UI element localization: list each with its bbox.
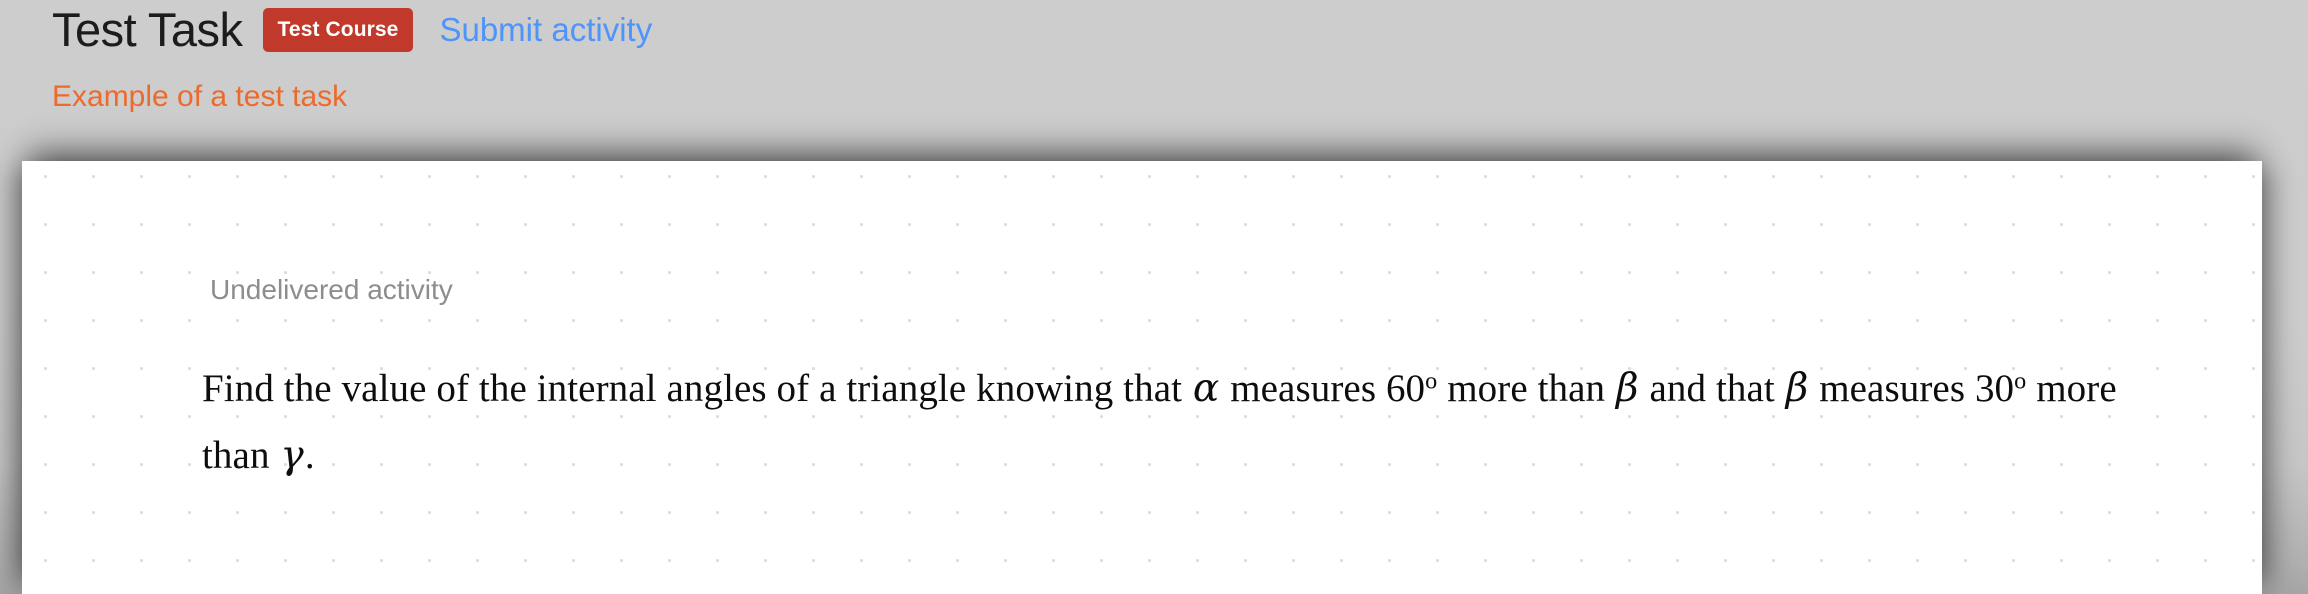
problem-statement: Find the value of the internal angles of… bbox=[202, 355, 2162, 489]
title-row: Test Task Test Course Submit activity bbox=[52, 6, 652, 53]
problem-segment-7: . bbox=[304, 434, 315, 477]
course-badge[interactable]: Test Course bbox=[262, 7, 414, 52]
page-title: Test Task bbox=[52, 3, 243, 56]
submit-activity-link[interactable]: Submit activity bbox=[439, 13, 652, 46]
problem-segment-5: measures 30 bbox=[1809, 367, 2015, 410]
math-variable-alpha: α bbox=[1192, 366, 1220, 411]
math-variable-gamma: γ bbox=[280, 433, 304, 478]
activity-status-label: Undelivered activity bbox=[210, 274, 453, 305]
problem-segment-4: and that bbox=[1639, 367, 1785, 410]
problem-segment-3: more than bbox=[1437, 367, 1615, 410]
math-variable-beta-1: β bbox=[1615, 366, 1639, 411]
task-header: Test Task Test Course Submit activity Ex… bbox=[0, 0, 2308, 161]
degree-symbol-1: o bbox=[1425, 367, 1438, 395]
math-variable-beta-2: β bbox=[1785, 366, 1809, 411]
task-subtitle: Example of a test task bbox=[52, 80, 348, 113]
page-root: Test Task Test Course Submit activity Ex… bbox=[0, 0, 2308, 594]
degree-symbol-2: o bbox=[2014, 367, 2027, 395]
problem-segment-1: Find the value of the internal angles of… bbox=[202, 367, 1192, 410]
problem-segment-2: measures 60 bbox=[1220, 367, 1426, 410]
